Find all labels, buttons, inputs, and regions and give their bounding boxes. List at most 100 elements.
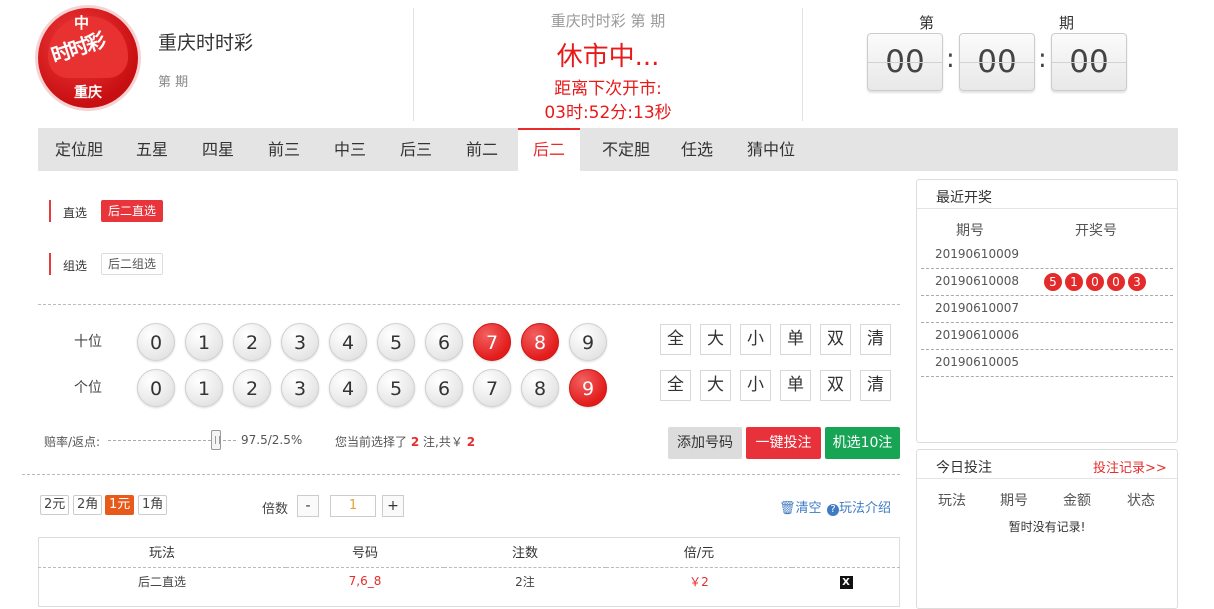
- divider: [802, 8, 803, 121]
- type-option-direct[interactable]: 后二直选: [101, 200, 164, 222]
- quick-select-button[interactable]: 清: [860, 324, 891, 355]
- lottery-issue: 第 期: [158, 75, 189, 90]
- recent-draws-title: 最近开奖: [936, 190, 992, 206]
- quick-select-button[interactable]: 全: [660, 370, 691, 401]
- type-option-group[interactable]: 后二组选: [101, 253, 164, 275]
- row-divider: [921, 268, 1173, 269]
- col-play: 玩法: [38, 537, 286, 568]
- countdown-minutes: 00: [959, 33, 1035, 91]
- multiplier-input[interactable]: 1: [330, 495, 376, 517]
- quick-select-button[interactable]: 双: [820, 324, 851, 355]
- countdown-separator: :: [946, 44, 955, 74]
- trash-icon: 🗑︎: [779, 501, 796, 516]
- empty-records: 暂时没有记录!: [1008, 520, 1086, 534]
- tab-houer[interactable]: 后二: [518, 128, 580, 171]
- quick-select-button[interactable]: 小: [740, 370, 771, 401]
- draw-issue: 20190610005: [935, 355, 1019, 369]
- quick-select-button[interactable]: 双: [820, 370, 851, 401]
- order-table: 玩法 号码 注数 倍/元 后二直选 7,6_8 2注 ￥2 X: [38, 537, 900, 595]
- delete-order-button[interactable]: X: [839, 575, 853, 589]
- tab-dingweidan[interactable]: 定位胆: [44, 128, 114, 171]
- number-ball[interactable]: 8: [521, 369, 559, 407]
- col-bets: 注数: [444, 537, 606, 568]
- tab-wuxing[interactable]: 五星: [122, 128, 182, 171]
- col-numbers: 号码: [286, 537, 444, 568]
- odds-slider-handle[interactable]: [210, 430, 221, 450]
- countdown-separator: :: [1038, 44, 1047, 74]
- number-ball[interactable]: 1: [185, 323, 223, 361]
- current-issue: 重庆时时彩 第 期: [550, 12, 666, 30]
- number-ball[interactable]: 0: [137, 323, 175, 361]
- summary-prefix: 您当前选择了: [335, 435, 408, 449]
- quick-select-button[interactable]: 小: [740, 324, 771, 355]
- number-ball[interactable]: 0: [137, 369, 175, 407]
- next-open-countdown: 03时:52分:13秒: [544, 103, 672, 123]
- number-ball[interactable]: 5: [377, 369, 415, 407]
- number-ball[interactable]: 4: [329, 369, 367, 407]
- number-ball[interactable]: 2: [233, 323, 271, 361]
- draw-number-ball: 0: [1086, 273, 1104, 291]
- draw-issue: 20190610009: [935, 247, 1019, 261]
- countdown-seconds: 00: [1051, 33, 1127, 91]
- logo-city: 重庆: [74, 85, 102, 101]
- random-10-button[interactable]: 机选10注: [825, 427, 900, 459]
- tab-housan[interactable]: 后三: [386, 128, 446, 171]
- number-ball[interactable]: 7: [473, 369, 511, 407]
- number-ball[interactable]: 3: [281, 369, 319, 407]
- clear-link[interactable]: 🗑︎清空: [779, 497, 822, 516]
- play-tabs: 定位胆 五星 四星 前三 中三 后三 前二 后二 不定胆 任选 猜中位: [38, 128, 1178, 171]
- tab-sixing[interactable]: 四星: [188, 128, 248, 171]
- number-ball[interactable]: 9: [569, 369, 607, 407]
- odds-value: 97.5/2.5%: [241, 433, 303, 447]
- quick-select-button[interactable]: 全: [660, 324, 691, 355]
- one-click-bet-button[interactable]: 一键投注: [746, 427, 821, 459]
- draw-number-ball: 0: [1107, 273, 1125, 291]
- number-ball[interactable]: 7: [473, 323, 511, 361]
- row-divider: [921, 349, 1173, 350]
- tab-qiansan[interactable]: 前三: [254, 128, 314, 171]
- unit-2jiao[interactable]: 2角: [73, 495, 103, 515]
- draw-col-issue: 期号: [956, 223, 984, 239]
- number-ball[interactable]: 2: [233, 369, 271, 407]
- lottery-logo: 中 时时彩 重庆: [38, 8, 138, 108]
- multiplier-decrease-button[interactable]: -: [297, 495, 319, 517]
- number-ball[interactable]: 6: [425, 369, 463, 407]
- add-number-button[interactable]: 添加号码: [668, 427, 742, 459]
- quick-select-button[interactable]: 单: [780, 370, 811, 401]
- tab-zhongsan[interactable]: 中三: [320, 128, 380, 171]
- bet-records-link[interactable]: 投注记录>>: [1093, 457, 1167, 476]
- section-divider: [38, 304, 900, 305]
- number-ball[interactable]: 1: [185, 369, 223, 407]
- number-ball[interactable]: 9: [569, 323, 607, 361]
- market-status: 休市中...: [556, 42, 660, 72]
- row-label-tens: 十位: [74, 334, 102, 350]
- quick-select-button[interactable]: 大: [700, 370, 731, 401]
- type-label-group: 组选: [63, 259, 88, 273]
- countdown-issue-suffix: 期: [1059, 14, 1075, 32]
- quick-select-button[interactable]: 单: [780, 324, 811, 355]
- tab-caizhongwei[interactable]: 猜中位: [736, 128, 806, 171]
- unit-1jiao[interactable]: 1角: [138, 495, 168, 515]
- type-label-direct: 直选: [63, 206, 88, 220]
- section-divider: [22, 474, 900, 475]
- draw-col-numbers: 开奖号: [1075, 223, 1117, 239]
- number-ball[interactable]: 6: [425, 323, 463, 361]
- tab-renxuan[interactable]: 任选: [670, 128, 724, 171]
- quick-select-button[interactable]: 清: [860, 370, 891, 401]
- number-ball[interactable]: 5: [377, 323, 415, 361]
- unit-1yuan[interactable]: 1元: [105, 495, 135, 515]
- number-ball[interactable]: 8: [521, 323, 559, 361]
- unit-2yuan[interactable]: 2元: [40, 495, 70, 515]
- tab-budingdan[interactable]: 不定胆: [590, 128, 662, 171]
- help-icon: ?: [827, 504, 839, 516]
- lottery-title: 重庆时时彩: [158, 32, 254, 54]
- multiplier-increase-button[interactable]: +: [382, 495, 404, 517]
- quick-select-button[interactable]: 大: [700, 324, 731, 355]
- row-divider: [921, 295, 1173, 296]
- tab-qianer[interactable]: 前二: [452, 128, 512, 171]
- rules-link[interactable]: ? 玩法介绍: [827, 497, 891, 516]
- bets-col-status: 状态: [1127, 493, 1155, 509]
- number-ball[interactable]: 4: [329, 323, 367, 361]
- summary-amount: 2: [466, 435, 476, 449]
- number-ball[interactable]: 3: [281, 323, 319, 361]
